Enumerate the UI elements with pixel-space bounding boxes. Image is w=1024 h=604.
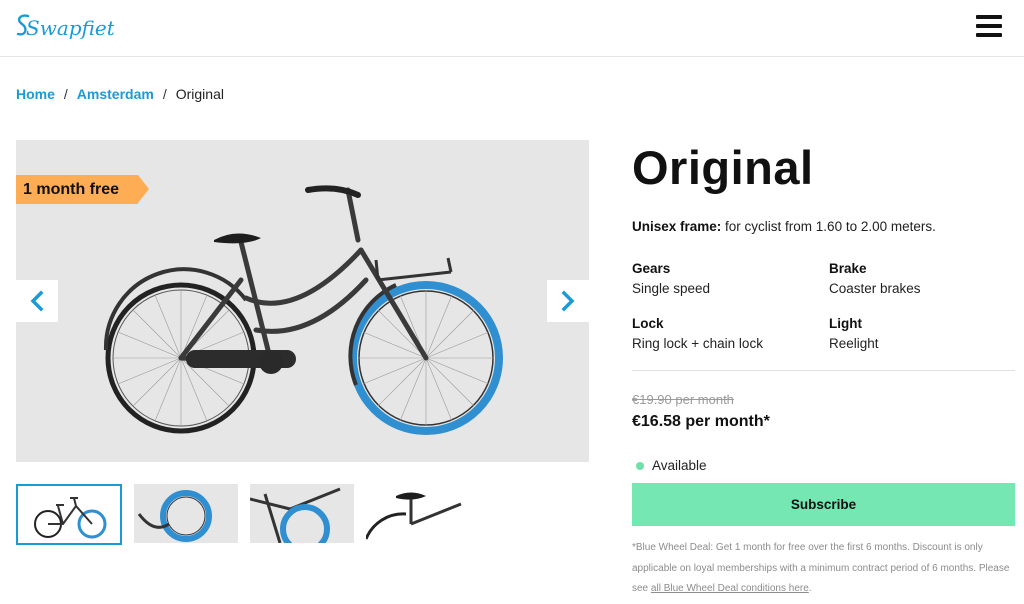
svg-text:Swapfiets: Swapfiets [26,16,114,40]
wheel-thumbnail-image [137,490,212,542]
saddle-thumbnail-image [366,492,462,540]
carrier-thumbnail-image [250,487,341,543]
chevron-left-icon [30,290,44,312]
spec-value: Ring lock + chain lock [632,336,763,351]
thumbnail-front-wheel[interactable] [134,484,238,543]
breadcrumb-home-link[interactable]: Home [16,86,55,102]
breadcrumb: Home / Amsterdam / Original [16,86,224,102]
divider [632,370,1015,371]
swapfiets-logo[interactable]: Swapfiets [14,6,114,46]
hamburger-menu-icon[interactable] [974,13,1004,39]
spec-value: Coaster brakes [829,281,921,296]
gallery-next-button[interactable] [547,280,589,322]
spec-key: Lock [632,316,664,331]
product-title: Original [632,141,814,194]
status-dot-icon [636,461,644,470]
deal-conditions-link[interactable]: all Blue Wheel Deal conditions here [651,583,809,594]
old-price: €19.90 per month [632,392,734,407]
subscribe-button[interactable]: Subscribe [632,483,1015,526]
availability-status: Available [636,458,707,473]
bike-thumbnail-image [34,497,107,539]
spec-value: Reelight [829,336,879,351]
spec-key: Brake [829,261,867,276]
spec-brake: Brake Coaster brakes [829,261,921,296]
thumbnail-full-bike[interactable] [16,484,122,545]
chevron-right-icon [561,290,575,312]
gallery-prev-button[interactable] [16,280,58,322]
spec-value: Single speed [632,281,711,296]
deal-fine-print: *Blue Wheel Deal: Get 1 month for free o… [632,538,1012,600]
breadcrumb-current: Original [175,86,224,102]
fine-print-end: . [808,583,812,594]
frame-label: Unisex frame: [632,219,722,234]
thumbnail-front-carrier[interactable] [250,484,354,543]
breadcrumb-separator: / [162,86,167,102]
spec-key: Light [829,316,862,331]
spec-key: Gears [632,261,671,276]
spec-light: Light Reelight [829,316,879,351]
breadcrumb-separator: / [63,86,68,102]
site-header: Swapfiets [0,0,1024,57]
availability-label: Available [652,458,707,473]
product-image-gallery: 1 month free [16,140,589,462]
thumbnail-strip [16,484,476,546]
thumbnail-saddle-rear[interactable] [366,484,470,543]
current-price: €16.58 per month* [632,413,770,430]
frame-description: Unisex frame: for cyclist from 1.60 to 2… [632,219,936,234]
frame-text: for cyclist from 1.60 to 2.00 meters. [721,219,936,234]
breadcrumb-amsterdam-link[interactable]: Amsterdam [77,86,154,102]
bike-image [103,185,503,435]
promo-badge: 1 month free [16,175,149,204]
spec-lock: Lock Ring lock + chain lock [632,316,763,351]
spec-gears: Gears Single speed [632,261,710,296]
